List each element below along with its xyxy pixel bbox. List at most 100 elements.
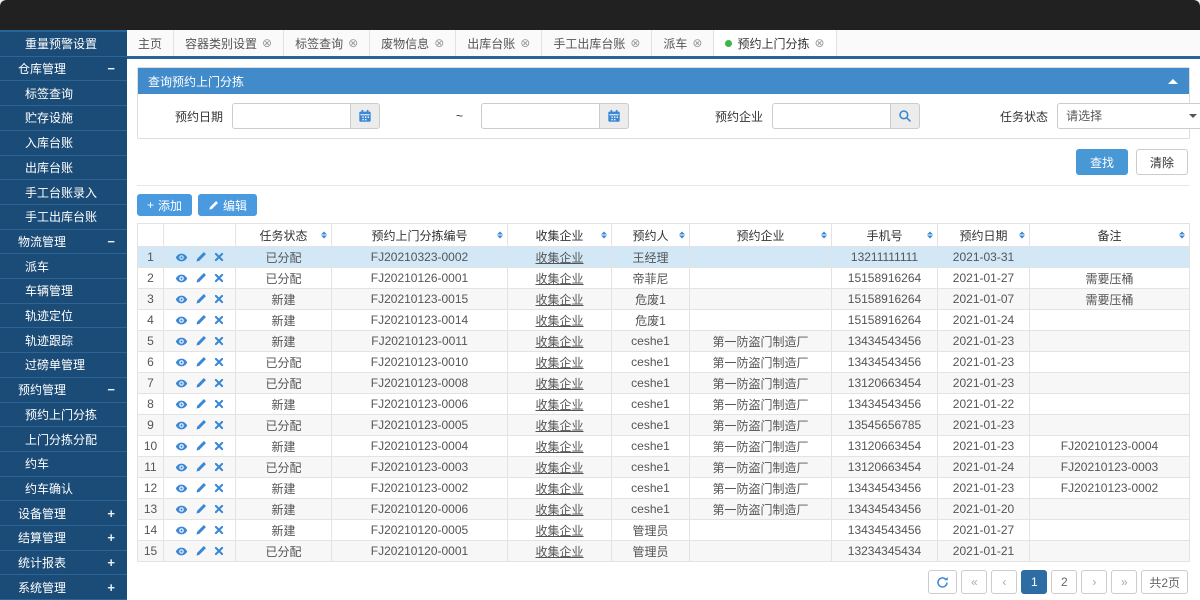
- edit-icon[interactable]: [195, 503, 207, 515]
- table-row[interactable]: 10新建FJ20210123-0004收集企业ceshe1第一防盗门制造厂131…: [138, 436, 1190, 457]
- delete-icon[interactable]: [214, 378, 224, 388]
- cell-collector[interactable]: 收集企业: [508, 520, 612, 541]
- view-icon[interactable]: [175, 461, 188, 474]
- sidebar-item[interactable]: 仓库管理−: [0, 57, 127, 82]
- table-row[interactable]: 8新建FJ20210123-0006收集企业ceshe1第一防盗门制造厂1343…: [138, 394, 1190, 415]
- edit-icon[interactable]: [195, 377, 207, 389]
- delete-icon[interactable]: [214, 273, 224, 283]
- view-icon[interactable]: [175, 272, 188, 285]
- edit-icon[interactable]: [195, 251, 207, 263]
- sidebar-item[interactable]: 设备管理+: [0, 501, 127, 526]
- delete-icon[interactable]: [214, 462, 224, 472]
- sidebar-item[interactable]: 手工出库台账: [0, 205, 127, 230]
- prev-page-button[interactable]: ‹: [991, 570, 1017, 594]
- view-icon[interactable]: [175, 251, 188, 264]
- tab[interactable]: 容器类别设置⊗: [174, 30, 284, 56]
- table-row[interactable]: 14新建FJ20210120-0005收集企业管理员13434543456202…: [138, 520, 1190, 541]
- tab[interactable]: 预约上门分拣⊗: [714, 30, 836, 56]
- view-icon[interactable]: [175, 314, 188, 327]
- table-row[interactable]: 1已分配FJ20210323-0002收集企业王经理13211111111202…: [138, 247, 1190, 268]
- sidebar-item[interactable]: 手工台账录入: [0, 180, 127, 205]
- cell-collector[interactable]: 收集企业: [508, 289, 612, 310]
- expand-plus-icon[interactable]: +: [107, 555, 115, 570]
- sidebar-item[interactable]: 物流管理−: [0, 230, 127, 255]
- sort-icon[interactable]: [497, 229, 503, 242]
- clear-button[interactable]: 清除: [1136, 149, 1188, 175]
- table-row[interactable]: 15已分配FJ20210120-0001收集企业管理员1323434543420…: [138, 541, 1190, 562]
- cell-collector[interactable]: 收集企业: [508, 268, 612, 289]
- tab[interactable]: 出库台账⊗: [456, 30, 542, 56]
- sidebar-item[interactable]: 贮存设施: [0, 106, 127, 131]
- cell-collector[interactable]: 收集企业: [508, 541, 612, 562]
- cell-collector[interactable]: 收集企业: [508, 457, 612, 478]
- delete-icon[interactable]: [214, 336, 224, 346]
- delete-icon[interactable]: [214, 504, 224, 514]
- delete-icon[interactable]: [214, 546, 224, 556]
- view-icon[interactable]: [175, 440, 188, 453]
- table-row[interactable]: 11已分配FJ20210123-0003收集企业ceshe1第一防盗门制造厂13…: [138, 457, 1190, 478]
- cell-collector[interactable]: 收集企业: [508, 310, 612, 331]
- tab[interactable]: 主页: [127, 30, 174, 56]
- search-panel-header[interactable]: 查询预约上门分拣: [138, 68, 1189, 94]
- delete-icon[interactable]: [214, 399, 224, 409]
- collapse-chevron-up-icon[interactable]: [1167, 77, 1179, 85]
- tab[interactable]: 派车⊗: [652, 30, 714, 56]
- tab[interactable]: 废物信息⊗: [370, 30, 456, 56]
- company-input[interactable]: [772, 103, 890, 129]
- cell-collector[interactable]: 收集企业: [508, 394, 612, 415]
- sidebar-item[interactable]: 标签查询: [0, 81, 127, 106]
- edit-icon[interactable]: [195, 293, 207, 305]
- sort-icon[interactable]: [1019, 229, 1025, 242]
- expand-plus-icon[interactable]: +: [107, 580, 115, 595]
- add-button[interactable]: + 添加: [137, 194, 192, 216]
- sidebar-item[interactable]: 轨迹定位: [0, 304, 127, 329]
- date-from-calendar-icon[interactable]: [350, 103, 380, 129]
- tab-close-icon[interactable]: ⊗: [692, 37, 702, 49]
- table-row[interactable]: 4新建FJ20210123-0014收集企业危废1151589162642021…: [138, 310, 1190, 331]
- view-icon[interactable]: [175, 545, 188, 558]
- sidebar-item[interactable]: 出库台账: [0, 156, 127, 181]
- table-row[interactable]: 3新建FJ20210123-0015收集企业危废1151589162642021…: [138, 289, 1190, 310]
- tab-close-icon[interactable]: ⊗: [434, 37, 444, 49]
- table-row[interactable]: 2已分配FJ20210126-0001收集企业帝菲尼15158916264202…: [138, 268, 1190, 289]
- next-page-button[interactable]: ›: [1081, 570, 1107, 594]
- table-row[interactable]: 7已分配FJ20210123-0008收集企业ceshe1第一防盗门制造厂131…: [138, 373, 1190, 394]
- edit-icon[interactable]: [195, 398, 207, 410]
- sidebar-item[interactable]: 系统管理+: [0, 575, 127, 600]
- tab[interactable]: 手工出库台账⊗: [542, 30, 652, 56]
- view-icon[interactable]: [175, 398, 188, 411]
- page-button[interactable]: 2: [1051, 570, 1077, 594]
- expand-plus-icon[interactable]: +: [107, 506, 115, 521]
- sidebar-item[interactable]: 过磅单管理: [0, 353, 127, 378]
- search-button[interactable]: 查找: [1076, 149, 1128, 175]
- date-to-calendar-icon[interactable]: [599, 103, 629, 129]
- collapse-minus-icon[interactable]: −: [107, 382, 115, 397]
- first-page-button[interactable]: «: [961, 570, 987, 594]
- edit-icon[interactable]: [195, 524, 207, 536]
- edit-icon[interactable]: [195, 461, 207, 473]
- last-page-button[interactable]: »: [1111, 570, 1137, 594]
- page-button[interactable]: 1: [1021, 570, 1047, 594]
- edit-icon[interactable]: [195, 272, 207, 284]
- view-icon[interactable]: [175, 503, 188, 516]
- sidebar-item[interactable]: 重量预警设置: [0, 32, 127, 57]
- edit-button[interactable]: 编辑: [198, 194, 257, 216]
- edit-icon[interactable]: [195, 545, 207, 557]
- company-search-icon[interactable]: [890, 103, 920, 129]
- sort-icon[interactable]: [601, 229, 607, 242]
- delete-icon[interactable]: [214, 252, 224, 262]
- view-icon[interactable]: [175, 524, 188, 537]
- delete-icon[interactable]: [214, 357, 224, 367]
- delete-icon[interactable]: [214, 294, 224, 304]
- tab-close-icon[interactable]: ⊗: [815, 37, 825, 49]
- view-icon[interactable]: [175, 335, 188, 348]
- view-icon[interactable]: [175, 482, 188, 495]
- edit-icon[interactable]: [195, 482, 207, 494]
- status-select[interactable]: 请选择: [1057, 103, 1200, 129]
- sidebar-item[interactable]: 统计报表+: [0, 551, 127, 576]
- tab-close-icon[interactable]: ⊗: [520, 37, 530, 49]
- sidebar-item[interactable]: 车辆管理: [0, 279, 127, 304]
- tab-close-icon[interactable]: ⊗: [348, 37, 358, 49]
- sidebar-item[interactable]: 约车: [0, 452, 127, 477]
- edit-icon[interactable]: [195, 440, 207, 452]
